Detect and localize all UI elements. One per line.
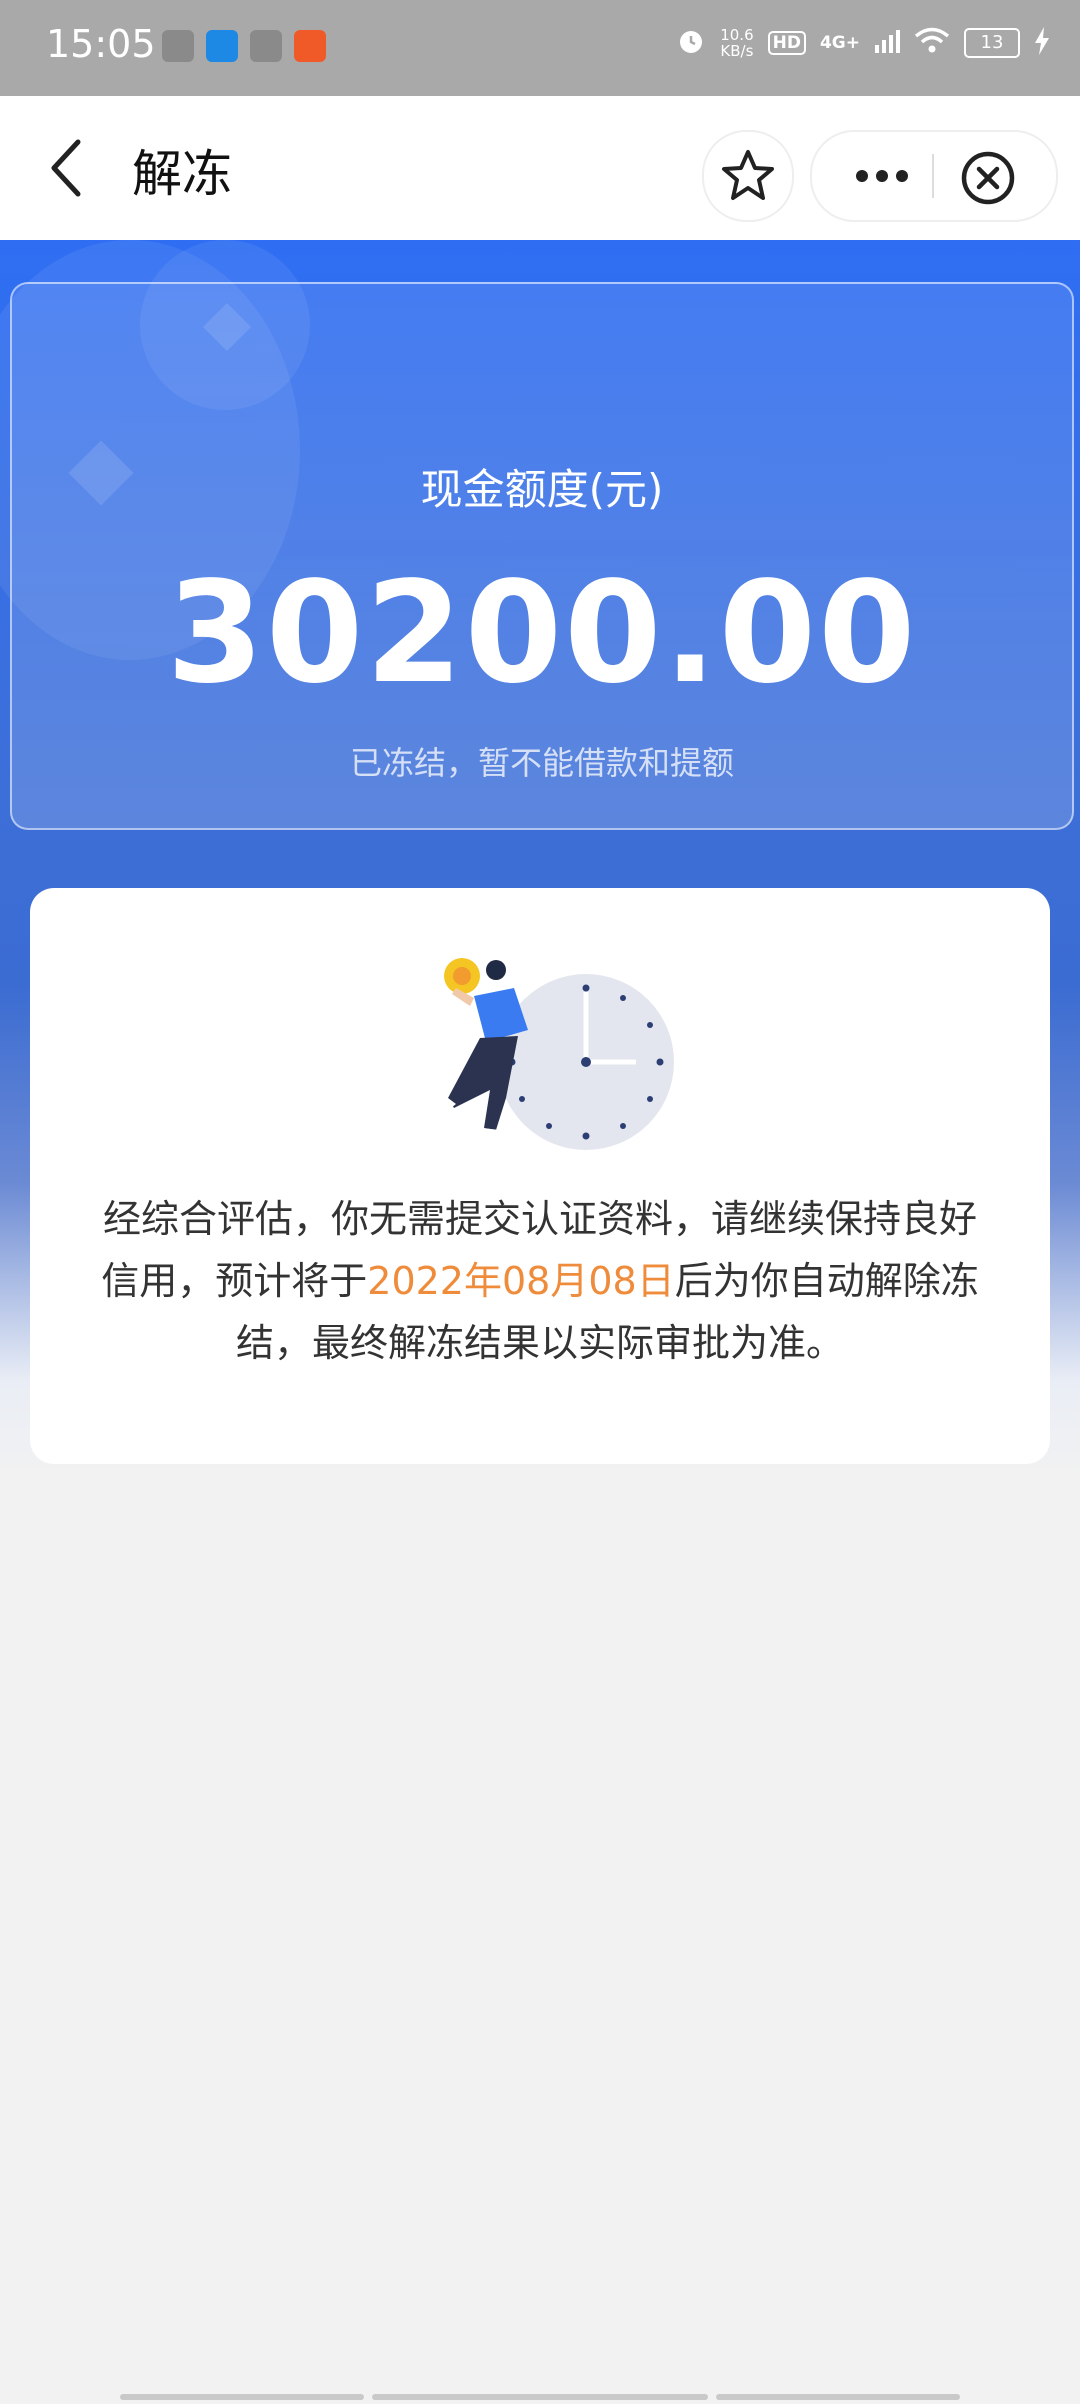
speed-value: 10.6 [720, 26, 754, 44]
more-button[interactable] [826, 142, 926, 210]
status-time: 15:05 [46, 22, 156, 66]
speed-unit: KB/s [720, 42, 754, 60]
page-indicator-1 [120, 2394, 364, 2400]
menu-capsule [810, 130, 1058, 222]
unfreeze-date: 2022年08月08日 [367, 1259, 675, 1303]
shop-app-icon [294, 30, 326, 62]
hd-badge: HD [767, 31, 806, 55]
unfreeze-notice: 经综合评估，你无需提交认证资料，请继续保持良好信用，预计将于2022年08月08… [86, 1188, 994, 1374]
more-icon [856, 170, 908, 182]
network-type: 4G+ [819, 33, 860, 53]
credit-label: 现金额度(元) [420, 465, 664, 514]
status-bar: 15:05 10.6 KB/s HD 4G+ 13 [0, 0, 1080, 96]
status-right: 10.6 KB/s HD 4G+ 13 [676, 26, 1050, 60]
charging-icon [1034, 27, 1050, 59]
video-app-icon [250, 30, 282, 62]
wifi-icon [914, 27, 950, 59]
back-button[interactable] [40, 132, 100, 204]
star-icon [722, 150, 774, 200]
battery-indicator: 13 [964, 28, 1020, 58]
page-title: 解冻 [132, 145, 232, 203]
map-app-icon [206, 30, 238, 62]
page-indicator-2 [372, 2394, 708, 2400]
back-icon [51, 139, 81, 197]
signal-icon [874, 29, 900, 57]
page-indicator-3 [716, 2394, 960, 2400]
network-speed: 10.6 KB/s [720, 27, 753, 59]
credit-card: 现金额度(元) 30200.00 已冻结，暂不能借款和提额 [10, 282, 1074, 830]
close-button[interactable] [960, 150, 1016, 206]
close-icon [961, 151, 1015, 205]
credit-amount: 30200.00 [166, 552, 918, 715]
frozen-status: 已冻结，暂不能借款和提额 [349, 744, 734, 782]
clock-person-illustration [440, 958, 674, 1150]
favorite-button[interactable] [702, 130, 794, 222]
nav-bar: 解冻 [0, 96, 1080, 240]
scan-app-icon [162, 30, 194, 62]
capsule-divider [932, 154, 934, 198]
unfreeze-info-card: 经综合评估，你无需提交认证资料，请继续保持良好信用，预计将于2022年08月08… [30, 888, 1050, 1464]
alarm-icon [676, 26, 706, 60]
